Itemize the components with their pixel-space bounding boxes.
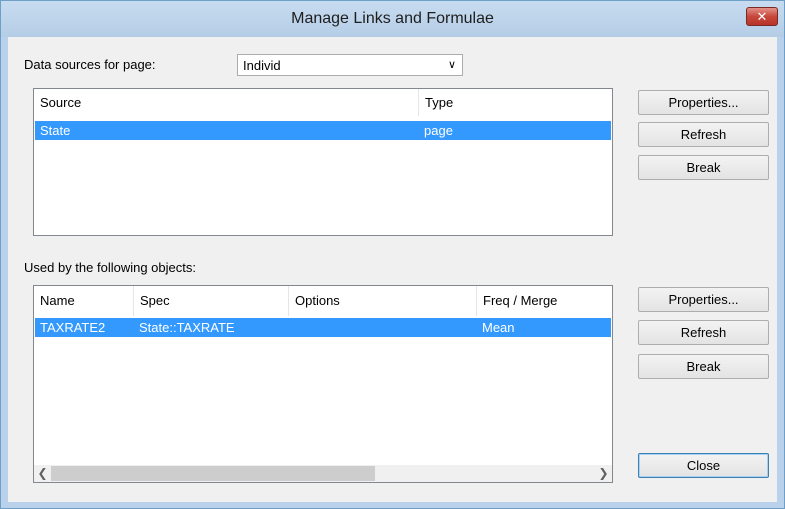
title-bar: Manage Links and Formulae ✕ bbox=[1, 1, 784, 37]
dialog-title: Manage Links and Formulae bbox=[291, 10, 494, 27]
sources-properties-button[interactable]: Properties... bbox=[638, 90, 769, 115]
sources-list[interactable]: Source Type State page bbox=[33, 88, 613, 236]
column-header-freq-merge[interactable]: Freq / Merge bbox=[477, 286, 612, 316]
objects-refresh-button[interactable]: Refresh bbox=[638, 320, 769, 345]
source-cell: State bbox=[40, 123, 71, 138]
objects-list[interactable]: Name Spec Options Freq / Merge TAXRATE2 … bbox=[33, 285, 613, 483]
column-header-source[interactable]: Source bbox=[34, 89, 419, 116]
objects-break-button[interactable]: Break bbox=[638, 354, 769, 379]
scrollbar-thumb[interactable] bbox=[51, 466, 375, 481]
column-header-name[interactable]: Name bbox=[34, 286, 134, 316]
close-window-button[interactable]: ✕ bbox=[746, 7, 778, 26]
type-cell: page bbox=[424, 123, 453, 138]
page-select-value: Individ bbox=[243, 58, 281, 73]
options-cell bbox=[289, 318, 294, 337]
sources-list-header: Source Type bbox=[34, 89, 612, 116]
data-sources-label: Data sources for page: bbox=[24, 57, 156, 72]
objects-label: Used by the following objects: bbox=[24, 260, 196, 275]
chevron-left-icon[interactable]: ❮ bbox=[34, 465, 51, 482]
name-cell: TAXRATE2 bbox=[40, 320, 106, 335]
objects-properties-button[interactable]: Properties... bbox=[638, 287, 769, 312]
spec-cell: State::TAXRATE bbox=[139, 320, 235, 335]
column-header-type[interactable]: Type bbox=[419, 89, 612, 116]
close-icon: ✕ bbox=[756, 9, 768, 24]
chevron-right-icon[interactable]: ❯ bbox=[595, 465, 612, 482]
sources-break-button[interactable]: Break bbox=[638, 155, 769, 180]
manage-links-dialog: Manage Links and Formulae ✕ Data sources… bbox=[0, 0, 785, 509]
chevron-down-icon: ∨ bbox=[447, 59, 456, 71]
sources-refresh-button[interactable]: Refresh bbox=[638, 122, 769, 147]
column-header-options[interactable]: Options bbox=[289, 286, 477, 316]
horizontal-scrollbar[interactable]: ❮ ❯ bbox=[34, 465, 612, 482]
freq-merge-cell: Mean bbox=[482, 320, 515, 335]
dialog-body: Data sources for page: Individ ∨ Source … bbox=[8, 37, 777, 502]
column-header-spec[interactable]: Spec bbox=[134, 286, 289, 316]
objects-list-header: Name Spec Options Freq / Merge bbox=[34, 286, 612, 316]
page-select[interactable]: Individ ∨ bbox=[237, 54, 463, 76]
table-row[interactable]: TAXRATE2 State::TAXRATE Mean bbox=[35, 318, 611, 337]
list-item[interactable]: State page bbox=[35, 121, 611, 140]
close-button[interactable]: Close bbox=[638, 453, 769, 478]
